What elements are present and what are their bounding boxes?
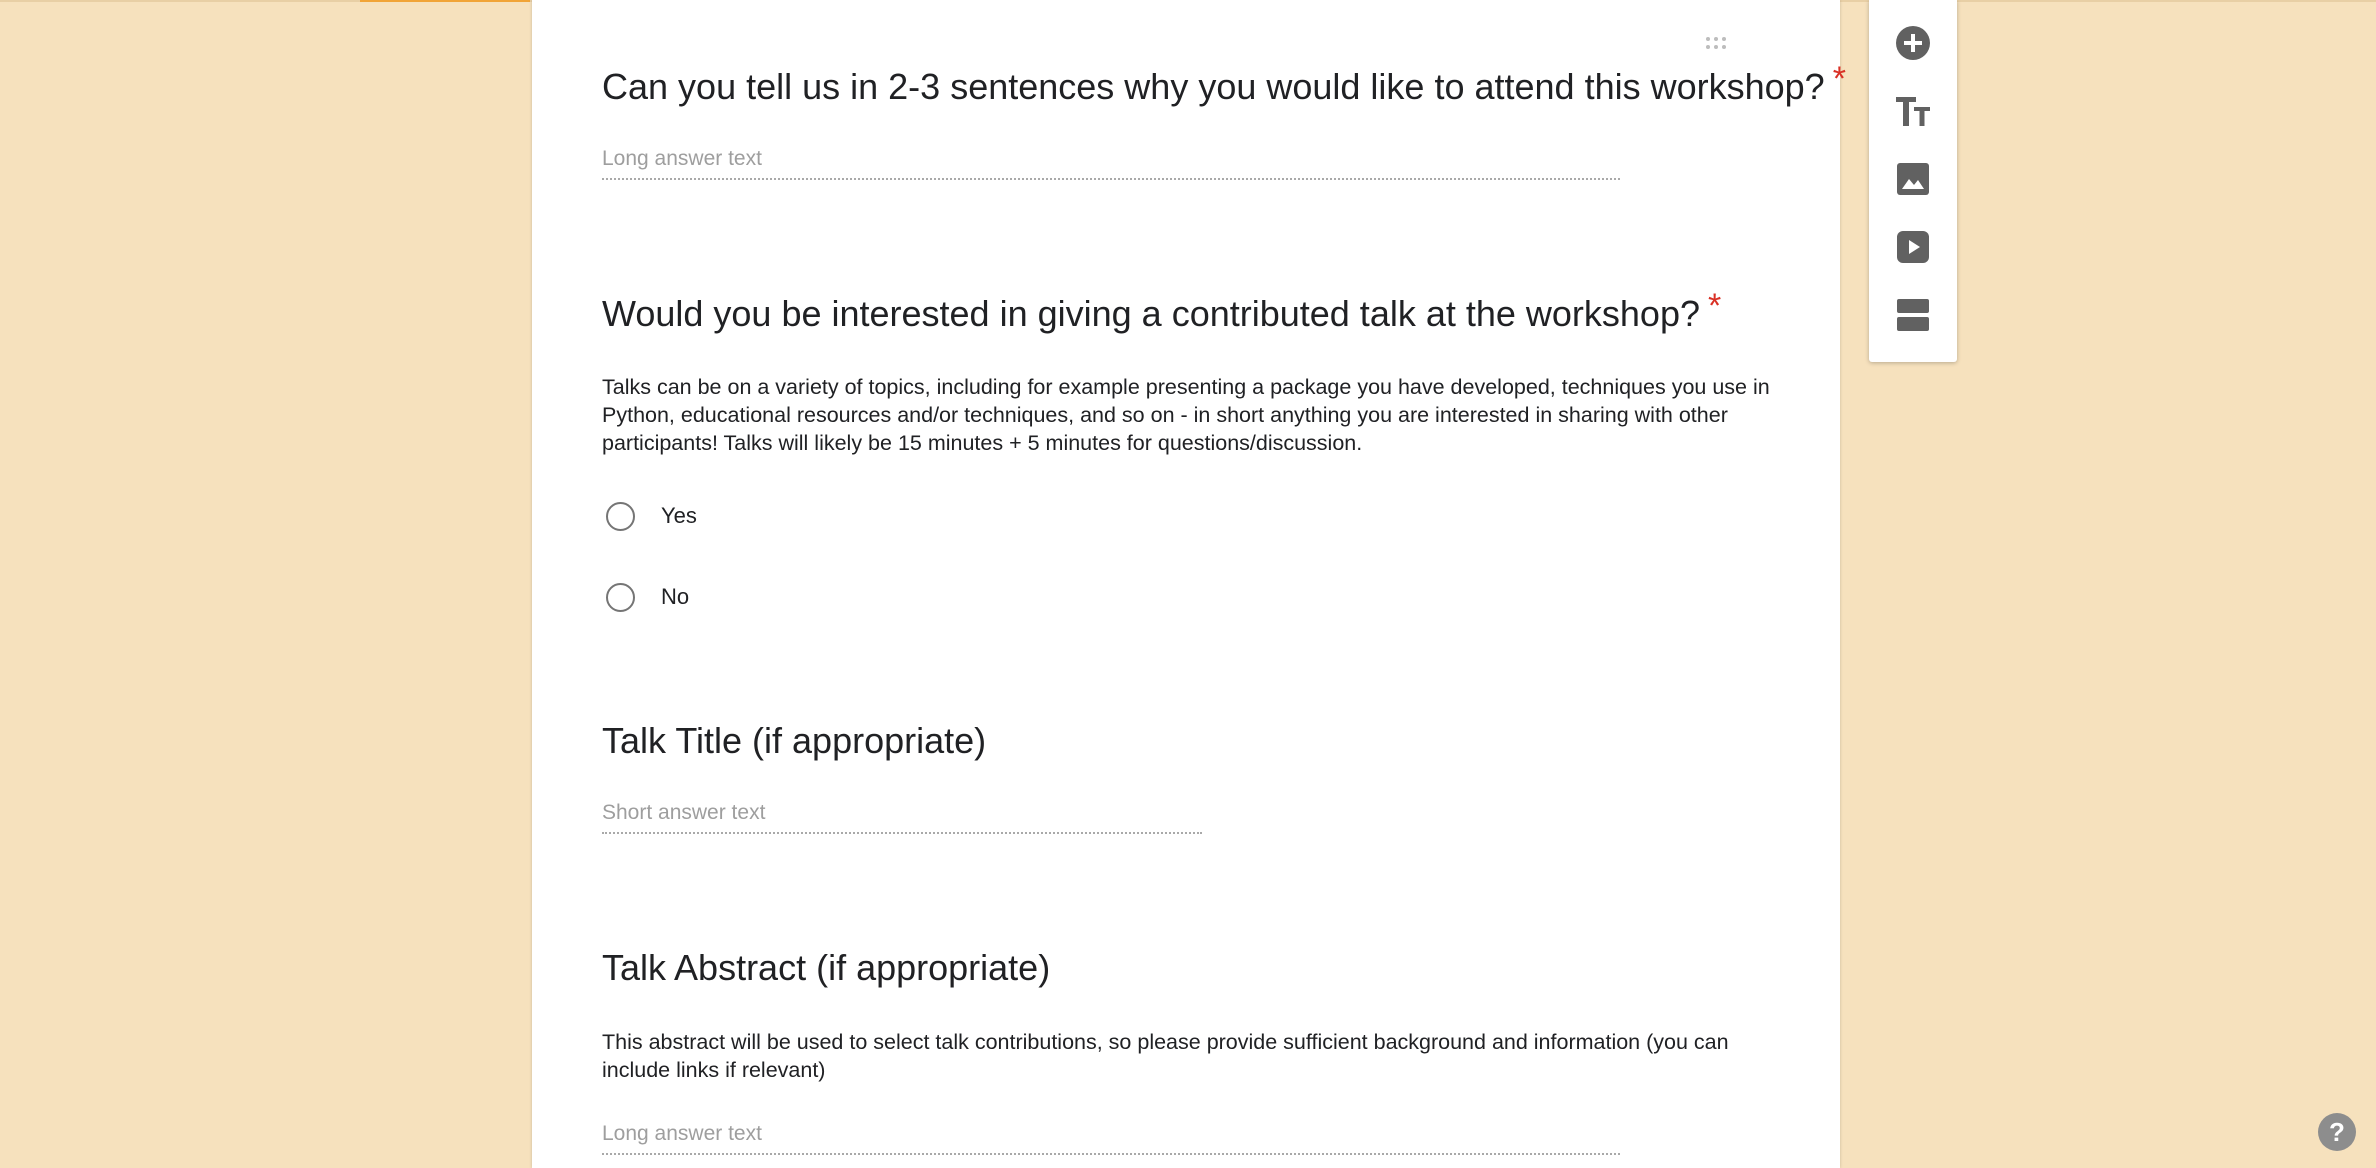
question-title-talk-abstract[interactable]: Talk Abstract (if appropriate) bbox=[602, 947, 1050, 989]
short-answer-field[interactable]: Short answer text bbox=[602, 801, 1202, 834]
required-asterisk: * bbox=[1832, 60, 1846, 98]
question-title-motivation[interactable]: Can you tell us in 2-3 sentences why you… bbox=[602, 60, 1846, 108]
question-title-talk-title[interactable]: Talk Title (if appropriate) bbox=[602, 720, 986, 762]
add-title-icon[interactable] bbox=[1869, 83, 1957, 139]
option-label: No bbox=[661, 584, 690, 609]
question-description: Talks can be on a variety of topics, inc… bbox=[602, 375, 1770, 455]
add-image-icon[interactable] bbox=[1869, 151, 1957, 207]
question-description: This abstract will be used to select tal… bbox=[602, 1030, 1729, 1082]
theme-accent bbox=[360, 0, 530, 2]
radio-option-yes[interactable]: Yes bbox=[606, 499, 697, 533]
radio-button[interactable] bbox=[606, 582, 635, 612]
radio-option-no[interactable]: No bbox=[606, 580, 689, 614]
long-answer-field[interactable]: Long answer text bbox=[602, 147, 1620, 180]
help-button[interactable]: ? bbox=[2318, 1113, 2356, 1151]
question-title-text: Talk Title (if appropriate) bbox=[602, 720, 987, 761]
question-title-text: Would you be interested in giving a cont… bbox=[602, 293, 1700, 334]
radio-button[interactable] bbox=[606, 501, 635, 531]
form-card: Can you tell us in 2-3 sentences why you… bbox=[532, 0, 1846, 1168]
add-video-icon[interactable] bbox=[1869, 219, 1957, 275]
question-title-text: Talk Abstract (if appropriate) bbox=[602, 947, 1051, 988]
required-asterisk: * bbox=[1708, 287, 1722, 325]
add-question-icon[interactable] bbox=[1869, 15, 1957, 71]
long-answer-field[interactable]: Long answer text bbox=[602, 1122, 1620, 1155]
question-title-text: Can you tell us in 2-3 sentences why you… bbox=[602, 66, 1825, 107]
question-title-talk-interest[interactable]: Would you be interested in giving a cont… bbox=[602, 287, 1721, 335]
side-toolbar bbox=[1869, 0, 1957, 362]
option-label: Yes bbox=[661, 503, 697, 528]
drag-handle-icon[interactable] bbox=[1706, 37, 1732, 51]
add-section-icon[interactable] bbox=[1869, 287, 1957, 343]
